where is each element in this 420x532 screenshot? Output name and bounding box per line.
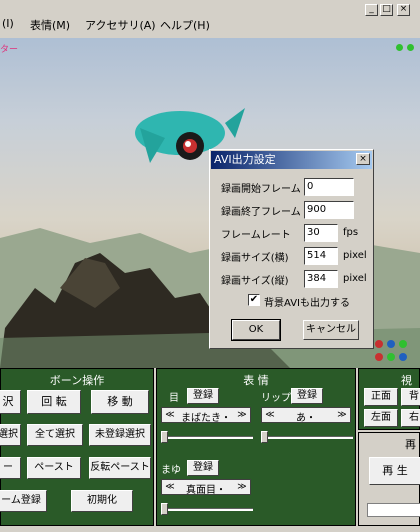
start-frame-label: 録画開始フレーム xyxy=(221,184,301,195)
dialog-close-button[interactable]: × xyxy=(356,153,370,165)
frame-rate-input[interactable]: 30 xyxy=(304,224,338,242)
play-button[interactable]: 再 生 xyxy=(369,457,420,485)
eye-slider-track xyxy=(161,436,253,439)
play-panel-title: 再 xyxy=(405,438,416,451)
dialog-title: AVI出力設定 xyxy=(211,151,372,169)
brow-prev-arrow[interactable]: ≪ xyxy=(163,480,177,494)
view-panel: 視 正面 背 左面 右 xyxy=(358,368,420,430)
lip-slider-thumb[interactable] xyxy=(261,431,268,443)
brow-next-arrow[interactable]: ≫ xyxy=(235,480,249,494)
brow-label: まゆ xyxy=(161,465,181,476)
end-frame-input[interactable]: 900 xyxy=(304,201,354,219)
background-avi-checkbox[interactable]: ✔ xyxy=(248,294,260,306)
bone-select-button[interactable]: 沢 xyxy=(0,390,21,414)
start-frame-row: 録画開始フレーム 0 xyxy=(221,178,371,196)
end-frame-label: 録画終了フレーム xyxy=(221,207,301,218)
width-row: 録画サイズ(横) 514 pixel xyxy=(221,247,371,265)
cancel-button[interactable]: キャンセル xyxy=(303,320,359,340)
eye-next-arrow[interactable]: ≫ xyxy=(235,408,249,422)
copy-button[interactable]: ー xyxy=(0,457,21,479)
expression-panel: 表 情 目 登録 リップ 登録 ≪ まばたき・ ≫ ≪ あ・ ≫ まゆ 登録 ≪… xyxy=(156,368,356,526)
brow-slider-thumb[interactable] xyxy=(161,503,168,515)
menu-bar: (I) 表情(M) アクセサリ(A) ヘルプ(H) _ □ × xyxy=(0,0,420,38)
brow-select[interactable]: ≪ 真面目・ ≫ xyxy=(161,479,251,496)
height-row: 録画サイズ(縦) 384 pixel xyxy=(221,270,371,288)
move-button[interactable]: 移 動 xyxy=(91,390,149,414)
reset-button[interactable]: 初期化 xyxy=(71,490,133,512)
rotate-button[interactable]: 回 転 xyxy=(27,390,81,414)
front-view-button[interactable]: 正面 xyxy=(364,388,398,406)
menu-item-accessory[interactable]: アクセサリ(A) xyxy=(85,17,156,33)
eye-select[interactable]: ≪ まばたき・ ≫ xyxy=(161,407,251,424)
lip-select[interactable]: ≪ あ・ ≫ xyxy=(261,407,351,424)
eye-slider-thumb[interactable] xyxy=(161,431,168,443)
eye-slider[interactable] xyxy=(161,431,253,443)
brow-value: 真面目・ xyxy=(186,485,226,496)
lip-slider[interactable] xyxy=(261,431,353,443)
menu-item-expression[interactable]: 表情(M) xyxy=(30,17,70,33)
minimize-button[interactable]: _ xyxy=(365,4,378,16)
end-frame-row: 録画終了フレーム 900 xyxy=(221,201,371,219)
frame-rate-unit: fps xyxy=(343,227,359,238)
lip-slider-track xyxy=(261,436,353,439)
bone-panel-title: ボーン操作 xyxy=(49,374,105,387)
height-input[interactable]: 384 xyxy=(304,270,338,288)
width-unit: pixel xyxy=(343,250,367,261)
lip-label: リップ xyxy=(261,393,291,404)
height-label: 録画サイズ(縦) xyxy=(221,276,289,287)
frame-rate-row: フレームレート 30 fps xyxy=(221,224,371,242)
lip-value: あ・ xyxy=(296,413,316,424)
width-label: 録画サイズ(横) xyxy=(221,253,289,264)
eye-register-button[interactable]: 登録 xyxy=(187,388,219,404)
background-avi-label: 背景AVIも出力する xyxy=(264,298,350,309)
bone-operation-panel: ボーン操作 沢 回 転 移 動 選択 全て選択 未登録選択 ー ペースト 反転ペ… xyxy=(0,368,154,526)
lip-register-button[interactable]: 登録 xyxy=(291,388,323,404)
start-frame-input[interactable]: 0 xyxy=(304,178,354,196)
left-view-button[interactable]: 左面 xyxy=(364,409,398,427)
frame-rate-label: フレームレート xyxy=(221,230,291,241)
flip-paste-button[interactable]: 反転ペースト xyxy=(89,457,151,479)
back-view-button[interactable]: 背 xyxy=(401,388,420,406)
menu-item-help[interactable]: ヘルプ(H) xyxy=(160,17,210,33)
view-panel-title: 視 xyxy=(401,374,412,387)
ok-button[interactable]: OK xyxy=(231,319,281,341)
avi-output-dialog: AVI出力設定 × 録画開始フレーム 0 録画終了フレーム 900 フレームレー… xyxy=(209,149,374,349)
lip-next-arrow[interactable]: ≫ xyxy=(335,408,349,422)
select-unregistered-button[interactable]: 未登録選択 xyxy=(89,424,151,446)
brow-register-button[interactable]: 登録 xyxy=(187,460,219,476)
right-view-button[interactable]: 右 xyxy=(401,409,420,427)
brow-slider-track xyxy=(161,508,253,511)
menu-item-1[interactable]: (I) xyxy=(2,17,14,30)
select-all-button[interactable]: 全て選択 xyxy=(27,424,83,446)
close-window-button[interactable]: × xyxy=(397,4,410,16)
expression-panel-title: 表 情 xyxy=(243,374,269,387)
select-button[interactable]: 選択 xyxy=(0,424,21,446)
brow-slider[interactable] xyxy=(161,503,253,515)
lip-prev-arrow[interactable]: ≪ xyxy=(263,408,277,422)
play-panel: 再 再 生 xyxy=(358,432,420,526)
maximize-button[interactable]: □ xyxy=(380,4,393,16)
eye-prev-arrow[interactable]: ≪ xyxy=(163,408,177,422)
width-input[interactable]: 514 xyxy=(304,247,338,265)
frame-register-button[interactable]: ーム登録 xyxy=(0,490,47,512)
eye-value: まばたき・ xyxy=(181,413,231,424)
eye-label: 目 xyxy=(169,393,179,404)
play-frame-field[interactable] xyxy=(367,503,420,517)
paste-button[interactable]: ペースト xyxy=(27,457,81,479)
height-unit: pixel xyxy=(343,273,367,284)
